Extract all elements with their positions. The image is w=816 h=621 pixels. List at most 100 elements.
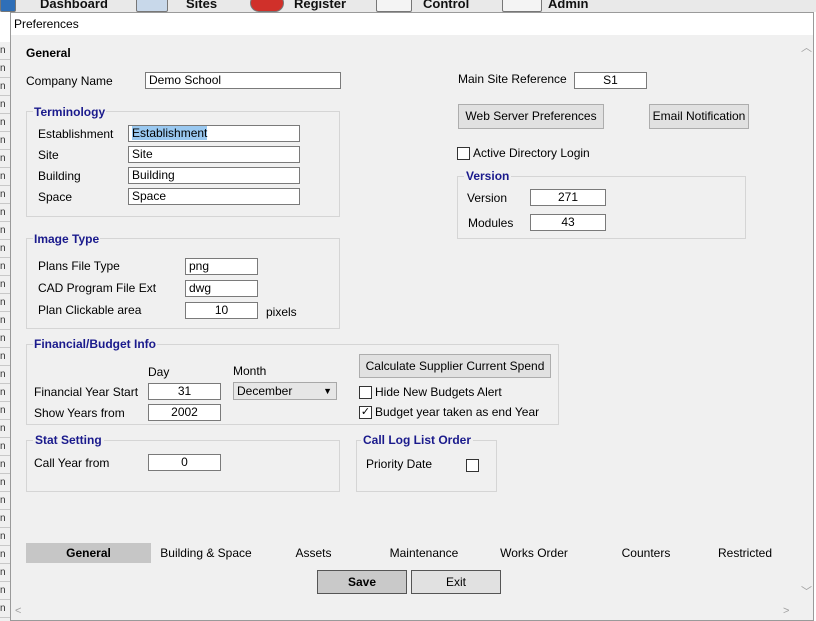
tab-works-order[interactable]: Works Order: [489, 543, 579, 563]
financial-year-day-field[interactable]: 31: [148, 383, 221, 400]
calculate-supplier-spend-button[interactable]: Calculate Supplier Current Spend: [359, 354, 551, 378]
background-toolbar: Dashboard Sites Register Control Admin: [0, 0, 816, 12]
email-notification-button[interactable]: Email Notification: [649, 104, 749, 129]
space-label: Space: [38, 190, 73, 204]
tab-assets[interactable]: Assets: [271, 543, 356, 563]
tab-building-space[interactable]: Building & Space: [153, 543, 259, 563]
list-item: n: [0, 438, 10, 456]
admin-button[interactable]: Admin: [548, 0, 588, 11]
list-item: n: [0, 348, 10, 366]
list-item: n: [0, 150, 10, 168]
scroll-right-icon[interactable]: >: [783, 605, 789, 617]
list-item: n: [0, 546, 10, 564]
register-icon: [250, 0, 284, 12]
list-item: n: [0, 258, 10, 276]
scroll-down-icon[interactable]: ﹀: [801, 583, 812, 599]
list-item: n: [0, 510, 10, 528]
page-title: General: [26, 46, 71, 60]
plans-file-type-label: Plans File Type: [38, 259, 120, 273]
list-item: n: [0, 186, 10, 204]
pixels-unit-label: pixels: [266, 305, 297, 319]
sites-button[interactable]: Sites: [186, 0, 217, 11]
terminology-title: Terminology: [33, 105, 107, 119]
plan-clickable-label: Plan Clickable area: [38, 303, 142, 317]
priority-date-checkbox[interactable]: [466, 459, 479, 472]
hide-budgets-alert-checkbox[interactable]: [359, 386, 372, 399]
list-item: n: [0, 600, 10, 618]
list-item: n: [0, 492, 10, 510]
company-name-field[interactable]: Demo School: [145, 72, 341, 89]
control-button[interactable]: Control: [423, 0, 469, 11]
web-server-preferences-button[interactable]: Web Server Preferences: [458, 104, 604, 129]
version-label: Version: [467, 191, 508, 205]
establishment-value: Establishment: [132, 126, 208, 140]
list-item: n: [0, 456, 10, 474]
list-item: n: [0, 582, 10, 600]
version-title: Version: [464, 169, 512, 183]
control-icon: [376, 0, 412, 12]
space-field[interactable]: Space: [128, 188, 300, 205]
establishment-field[interactable]: Establishment: [128, 125, 300, 142]
modules-field[interactable]: 43: [530, 214, 606, 231]
cad-ext-field[interactable]: dwg: [185, 280, 258, 297]
list-item: n: [0, 96, 10, 114]
building-label: Building: [38, 169, 81, 183]
scroll-up-icon[interactable]: ︿: [801, 39, 812, 55]
list-item: n: [0, 402, 10, 420]
day-header: Day: [148, 365, 170, 379]
exit-button[interactable]: Exit: [411, 570, 501, 594]
scroll-left-icon[interactable]: <: [15, 605, 21, 617]
stat-setting-title: Stat Setting: [33, 433, 104, 447]
dashboard-icon: [0, 0, 16, 12]
list-item: n: [0, 528, 10, 546]
tab-general[interactable]: General: [26, 543, 151, 563]
financial-year-month-select[interactable]: December ▼: [233, 382, 337, 400]
tab-counters[interactable]: Counters: [606, 543, 686, 563]
main-site-reference-field[interactable]: S1: [574, 72, 647, 89]
list-item: n: [0, 114, 10, 132]
dashboard-button[interactable]: Dashboard: [40, 0, 108, 11]
show-years-from-field[interactable]: 2002: [148, 404, 221, 421]
main-site-reference-label: Main Site Reference: [458, 72, 567, 86]
list-item: n: [0, 330, 10, 348]
call-year-from-field[interactable]: 0: [148, 454, 221, 471]
list-item: n: [0, 312, 10, 330]
list-item: n: [0, 294, 10, 312]
save-button[interactable]: Save: [317, 570, 407, 594]
plans-file-type-field[interactable]: png: [185, 258, 258, 275]
checkmark-icon: ✓: [360, 406, 371, 418]
call-log-order-title: Call Log List Order: [361, 433, 474, 447]
list-item: n: [0, 168, 10, 186]
dialog-title: Preferences: [14, 17, 79, 31]
tab-maintenance[interactable]: Maintenance: [379, 543, 469, 563]
list-item: n: [0, 204, 10, 222]
list-item: n: [0, 384, 10, 402]
version-field[interactable]: 271: [530, 189, 606, 206]
horizontal-scrollbar[interactable]: < >: [11, 603, 797, 620]
background-list: n n n n n n n n n n n n n n n n n n n n …: [0, 42, 10, 621]
register-button[interactable]: Register: [294, 0, 346, 11]
company-name-label: Company Name: [26, 74, 113, 88]
list-item: n: [0, 60, 10, 78]
list-item: n: [0, 564, 10, 582]
financial-year-start-label: Financial Year Start: [34, 385, 139, 399]
modules-label: Modules: [468, 216, 514, 230]
plan-clickable-field[interactable]: 10: [185, 302, 258, 319]
tab-restricted[interactable]: Restricted: [706, 543, 784, 563]
active-directory-checkbox[interactable]: [457, 147, 470, 160]
sites-icon: [136, 0, 168, 12]
vertical-scrollbar[interactable]: ︿ ﹀: [797, 35, 813, 601]
month-select-value: December: [237, 384, 293, 398]
list-item: n: [0, 276, 10, 294]
site-field[interactable]: Site: [128, 146, 300, 163]
month-header: Month: [233, 364, 267, 378]
establishment-label: Establishment: [38, 127, 114, 141]
chevron-down-icon: ▼: [323, 386, 332, 396]
active-directory-label: Active Directory Login: [473, 146, 590, 160]
building-field[interactable]: Building: [128, 167, 300, 184]
financial-title: Financial/Budget Info: [33, 337, 157, 351]
budget-end-year-checkbox[interactable]: ✓: [359, 406, 372, 419]
list-item: n: [0, 420, 10, 438]
cad-ext-label: CAD Program File Ext: [38, 281, 157, 295]
hide-budgets-alert-label: Hide New Budgets Alert: [375, 385, 502, 399]
